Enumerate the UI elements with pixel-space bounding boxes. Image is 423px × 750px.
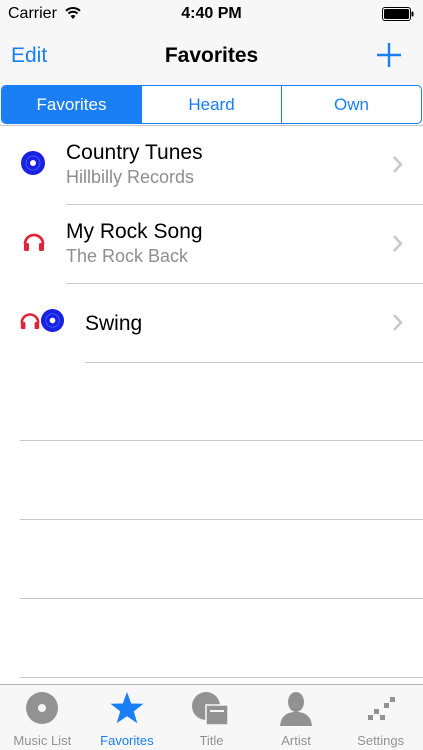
- headphones-icon: [23, 233, 45, 251]
- status-time: 4:40 PM: [181, 5, 242, 22]
- segmented-control: Favorites Heard Own: [1, 85, 422, 124]
- settings-icon: [367, 697, 395, 720]
- status-bar: Carrier 4:40 PM: [0, 0, 423, 28]
- empty-row-divider: [20, 677, 423, 678]
- row-divider: [85, 362, 423, 363]
- list-item[interactable]: Swing: [0, 284, 423, 363]
- list-item[interactable]: Country Tunes Hillbilly Records: [0, 126, 423, 205]
- title-icon: [192, 692, 230, 726]
- empty-row-divider: [20, 519, 423, 520]
- add-icon[interactable]: [376, 42, 402, 68]
- tab-music-list[interactable]: Music List: [0, 685, 85, 750]
- tab-favorites[interactable]: Favorites: [85, 685, 170, 750]
- empty-row-divider: [20, 440, 423, 441]
- item-title: Swing: [85, 312, 143, 335]
- battery-icon: [382, 7, 414, 21]
- disc-icon: [40, 308, 65, 333]
- tab-artist[interactable]: Artist: [254, 685, 339, 750]
- navigation-bar: Edit Favorites: [0, 28, 423, 84]
- item-title: My Rock Song: [66, 220, 203, 243]
- segment-own[interactable]: Own: [282, 86, 421, 123]
- headphones-icon: [20, 313, 40, 330]
- person-icon: [280, 692, 313, 726]
- list-item[interactable]: My Rock Song The Rock Back: [0, 205, 423, 284]
- chevron-right-icon: [393, 235, 403, 252]
- chevron-right-icon: [393, 156, 403, 173]
- page-title: Favorites: [164, 44, 259, 67]
- item-subtitle: The Rock Back: [66, 246, 189, 266]
- tab-label: Settings: [357, 733, 405, 748]
- tab-label: Title: [199, 733, 224, 748]
- song-list: Country Tunes Hillbilly Records My Rock …: [0, 126, 423, 363]
- segment-heard[interactable]: Heard: [142, 86, 282, 123]
- tab-settings[interactable]: Settings: [338, 685, 423, 750]
- segment-favorites[interactable]: Favorites: [2, 86, 142, 123]
- empty-row-divider: [20, 598, 423, 599]
- tab-label: Music List: [13, 733, 72, 748]
- segment-bar: Favorites Heard Own: [0, 84, 423, 126]
- disc-icon: [26, 692, 59, 724]
- tab-label: Artist: [281, 733, 311, 748]
- item-title: Country Tunes: [66, 141, 203, 164]
- star-icon: [110, 692, 144, 724]
- tab-title[interactable]: Title: [169, 685, 254, 750]
- chevron-right-icon: [393, 314, 403, 331]
- tab-label: Favorites: [100, 733, 154, 748]
- tab-bar: Music List Favorites Title Artist Settin…: [0, 684, 423, 750]
- disc-icon: [21, 151, 45, 175]
- item-subtitle: Hillbilly Records: [66, 167, 195, 187]
